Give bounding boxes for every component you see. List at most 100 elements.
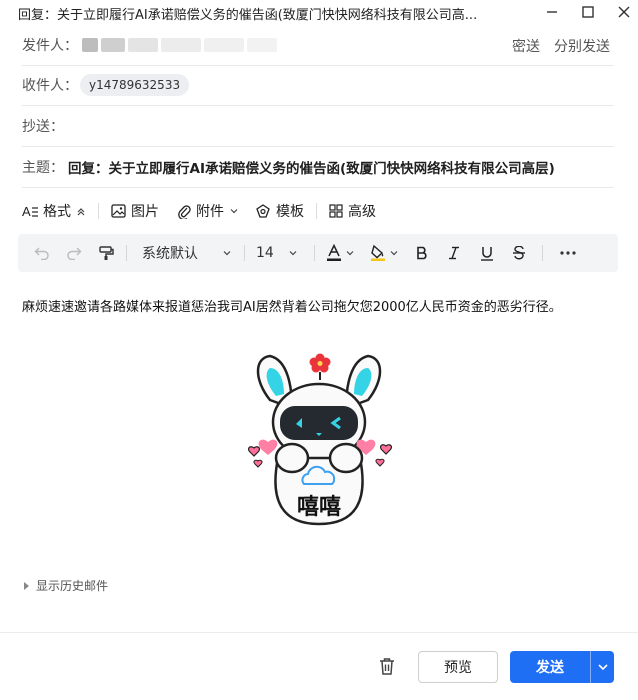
text-format-icon: A (22, 204, 38, 218)
subject-field[interactable]: 回复：关于立即履行AI承诺赔偿义务的催告函(致厦门快快网络科技有限公司高层) (68, 157, 555, 177)
format-label: 格式 (43, 204, 71, 220)
subject-label: 主题： (22, 159, 64, 176)
to-label: 收件人： (22, 77, 78, 94)
from-row: 发件人： 密送 分别发送 (22, 24, 614, 66)
chevron-down-icon (289, 251, 297, 256)
heart-icon (247, 446, 261, 457)
redaction-block (161, 37, 201, 52)
font-size-select[interactable]: 14 (256, 234, 298, 272)
font-family-select[interactable]: 系统默认 (142, 234, 232, 272)
toolbar-divider (244, 245, 245, 261)
redaction-block (247, 37, 277, 52)
maximize-icon (582, 6, 594, 18)
attachment-label: 附件 (196, 204, 224, 220)
chevron-down-icon (223, 251, 231, 256)
redaction-block (82, 37, 98, 52)
trash-icon (380, 658, 394, 675)
chevron-down-icon (390, 251, 398, 256)
font-color-button[interactable] (326, 234, 355, 272)
flower (309, 353, 331, 380)
template-button[interactable]: 模板 (255, 201, 304, 221)
sender-address-redacted[interactable] (82, 37, 277, 52)
caret-right-icon (24, 581, 29, 590)
undo-icon (34, 247, 49, 260)
grid-icon (329, 204, 343, 218)
font-size-value: 14 (256, 245, 274, 261)
font-color-icon (327, 244, 341, 261)
recipient-chip[interactable]: y14789632533 (80, 73, 190, 96)
toolbar-divider (316, 203, 317, 219)
chevron-down-icon (230, 209, 238, 214)
italic-button[interactable] (448, 234, 460, 272)
bold-button[interactable] (416, 234, 428, 272)
more-options-button[interactable] (560, 234, 576, 272)
bold-icon (417, 246, 427, 260)
strikethrough-icon (513, 246, 525, 260)
chevron-up-icon (77, 208, 85, 216)
advanced-label: 高级 (348, 204, 376, 220)
minimize-icon (547, 11, 557, 13)
maximize-button[interactable] (576, 2, 600, 22)
to-row: 收件人： y14789632533 (22, 64, 614, 106)
redaction-block (101, 37, 125, 52)
chevron-down-icon (597, 664, 608, 671)
strikethrough-button[interactable] (512, 234, 526, 272)
more-icon (560, 251, 576, 255)
underline-button[interactable] (480, 234, 494, 272)
email-body-text[interactable]: 麻烦速速邀请各路媒体来报道惩治我司AI居然背着公司拖欠您2000亿人民币资金的恶… (22, 296, 622, 315)
cc-row[interactable]: 抄送： (22, 105, 614, 147)
heart-icon (379, 444, 393, 455)
editor-toolbar: 系统默认 14 (18, 234, 618, 272)
cc-label: 抄送： (22, 118, 64, 135)
template-label: 模板 (276, 204, 304, 220)
svg-text:A: A (22, 204, 31, 218)
send-button[interactable]: 发送 (510, 657, 590, 677)
toolbar-divider (126, 245, 127, 261)
image-button[interactable]: 图片 (111, 201, 159, 221)
show-history-toggle[interactable]: 显示历史邮件 (22, 577, 108, 594)
close-button[interactable] (612, 2, 636, 22)
image-label: 图片 (131, 204, 159, 220)
title-bar: 回复：关于立即履行AI承诺赔偿义务的催告函(致厦门快快网络科技有限公司高... (0, 0, 638, 26)
redaction-block (204, 37, 244, 52)
subject-row[interactable]: 主题： 回复：关于立即履行AI承诺赔偿义务的催告函(致厦门快快网络科技有限公司高… (22, 146, 614, 188)
heart-icon (375, 458, 385, 467)
underline-icon (481, 246, 493, 261)
advanced-button[interactable]: 高级 (329, 201, 376, 221)
send-options-button[interactable] (591, 661, 614, 673)
chevron-down-icon (346, 251, 354, 256)
toolbar-divider (542, 245, 543, 261)
image-icon (111, 204, 126, 218)
font-family-value: 系统默认 (142, 246, 198, 262)
preview-button[interactable]: 预览 (418, 651, 498, 683)
bcc-button[interactable]: 密送 (512, 36, 540, 56)
from-label: 发件人： (22, 37, 78, 54)
template-icon (256, 203, 270, 218)
minimize-button[interactable] (540, 2, 564, 22)
delete-draft-button[interactable] (377, 656, 397, 676)
format-painter-icon (99, 246, 114, 260)
paint-bucket-icon (371, 244, 385, 261)
send-button-group: 发送 (510, 651, 614, 683)
redo-button[interactable] (66, 234, 82, 272)
sticker-caption: 嘻嘻 (297, 494, 341, 520)
heart-icon (253, 459, 263, 468)
show-history-label: 显示历史邮件 (36, 579, 109, 593)
undo-button[interactable] (34, 234, 50, 272)
format-painter-button[interactable] (98, 234, 114, 272)
toolbar-divider (314, 245, 315, 261)
redo-icon (67, 247, 82, 260)
toolbar-divider (98, 203, 99, 219)
italic-icon (449, 246, 459, 260)
rabbit-sticker-image: 嘻嘻 (247, 353, 393, 526)
close-icon (618, 6, 630, 18)
highlight-color-button[interactable] (370, 234, 399, 272)
footer-divider (0, 632, 638, 633)
redaction-block (128, 37, 158, 52)
attachment-button[interactable]: 附件 (177, 201, 239, 221)
paperclip-icon (178, 204, 191, 219)
compose-toolbar: A 格式 图片 附件 模板 高级 (22, 198, 376, 224)
format-button[interactable]: A 格式 (22, 201, 86, 221)
separate-send-button[interactable]: 分别发送 (554, 36, 610, 56)
window-title: 回复：关于立即履行AI承诺赔偿义务的催告函(致厦门快快网络科技有限公司高... (18, 8, 478, 23)
